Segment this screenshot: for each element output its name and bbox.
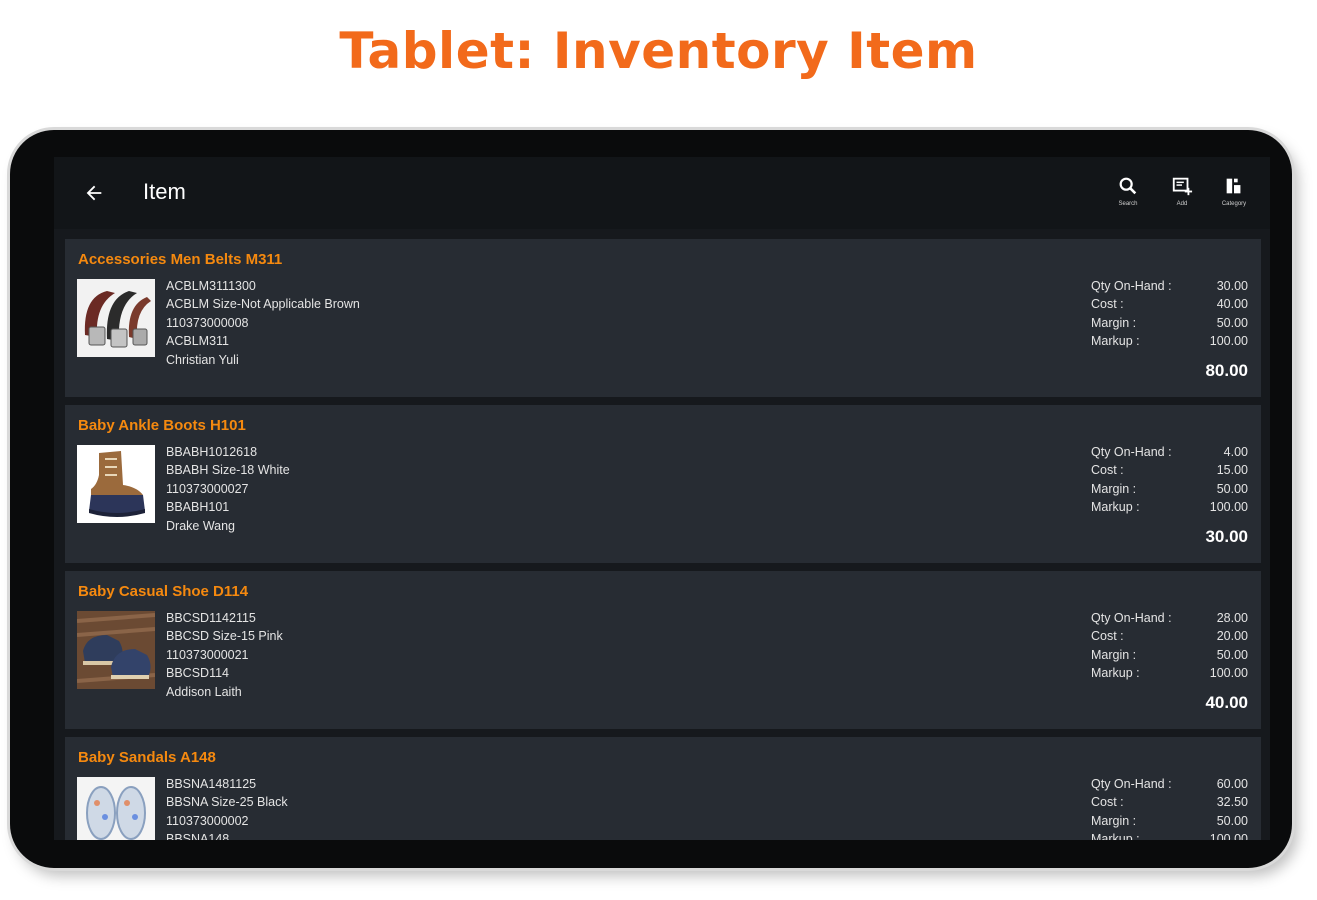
stat-margin: Margin :50.00 bbox=[1091, 315, 1248, 330]
item-barcode: 110373000027 bbox=[166, 481, 249, 496]
item-vendor: Drake Wang bbox=[166, 518, 236, 533]
page-title: Item bbox=[143, 179, 186, 204]
stat-markup: Markup :100.00 bbox=[1091, 500, 1248, 515]
item-thumbnail bbox=[77, 279, 155, 357]
stat-margin: Margin :50.00 bbox=[1091, 813, 1248, 828]
item-sku: BBCSD1142115 bbox=[166, 611, 256, 625]
item-details: BBSNA1481125 BBSNA Size-25 Black 1103730… bbox=[166, 775, 288, 840]
item-sku: BBSNA1481125 bbox=[166, 777, 257, 791]
add-icon bbox=[1172, 177, 1193, 196]
stat-cost: Cost :20.00 bbox=[1091, 629, 1248, 644]
item-price: 30.00 bbox=[1205, 527, 1248, 546]
back-button[interactable] bbox=[76, 177, 112, 209]
item-price: 40.00 bbox=[1205, 693, 1248, 712]
item-sku: BBABH1012618 bbox=[166, 445, 258, 459]
item-variant: ACBLM Size-Not Applicable Brown bbox=[166, 297, 360, 312]
search-icon bbox=[1119, 177, 1137, 195]
item-stats: Qty On-Hand :30.00 Cost :40.00 Margin :5… bbox=[1091, 277, 1248, 351]
stat-margin: Margin :50.00 bbox=[1091, 647, 1248, 662]
search-label: Search bbox=[1118, 201, 1138, 207]
item-barcode: 110373000002 bbox=[166, 813, 249, 828]
arrow-left-icon bbox=[86, 185, 102, 201]
item-title: Baby Casual Shoe D114 bbox=[78, 583, 249, 600]
item-variant: BBSNA Size-25 Black bbox=[166, 795, 288, 810]
item-vendor: Addison Laith bbox=[166, 684, 242, 699]
item-stats: Qty On-Hand :4.00 Cost :15.00 Margin :50… bbox=[1091, 443, 1248, 517]
stat-cost: Cost :15.00 bbox=[1091, 463, 1248, 478]
item-card[interactable]: Baby Casual Shoe D114 BBCSD1142115 BBCSD… bbox=[65, 571, 1261, 729]
add-button[interactable]: Add bbox=[1162, 175, 1202, 215]
item-code: BBCSD114 bbox=[166, 666, 229, 681]
stat-markup: Markup :100.00 bbox=[1091, 666, 1248, 681]
search-button[interactable]: Search bbox=[1108, 175, 1148, 215]
stat-markup: Markup :100.00 bbox=[1091, 832, 1248, 840]
item-card[interactable]: Baby Ankle Boots H101 BBABH1012618 BBABH bbox=[65, 405, 1261, 563]
stat-markup: Markup :100.00 bbox=[1091, 334, 1248, 349]
add-label: Add bbox=[1176, 201, 1188, 207]
promo-title: Tablet: Inventory Item bbox=[339, 22, 978, 80]
stat-qty: Qty On-Hand :30.00 bbox=[1091, 279, 1248, 293]
category-icon bbox=[1226, 178, 1241, 194]
item-code: ACBLM311 bbox=[166, 334, 229, 349]
item-details: BBCSD1142115 BBCSD Size-15 Pink 11037300… bbox=[166, 609, 283, 701]
category-button[interactable]: Category bbox=[1214, 175, 1254, 215]
item-stats: Qty On-Hand :28.00 Cost :20.00 Margin :5… bbox=[1091, 609, 1248, 683]
stat-qty: Qty On-Hand :28.00 bbox=[1091, 611, 1248, 625]
item-list: Accessories Men Belts M311 ACBLM3111300 bbox=[65, 239, 1261, 840]
item-code: BBABH101 bbox=[166, 500, 230, 515]
item-barcode: 110373000021 bbox=[166, 647, 249, 662]
item-stats: Qty On-Hand :60.00 Cost :32.50 Margin :5… bbox=[1091, 775, 1248, 840]
item-thumbnail bbox=[77, 445, 155, 523]
item-title: Accessories Men Belts M311 bbox=[78, 251, 283, 268]
item-details: ACBLM3111300 ACBLM Size-Not Applicable B… bbox=[166, 277, 360, 369]
item-title: Baby Ankle Boots H101 bbox=[78, 417, 246, 434]
item-card[interactable]: Accessories Men Belts M311 ACBLM3111300 bbox=[65, 239, 1261, 397]
item-thumbnail bbox=[77, 611, 155, 689]
item-vendor: Christian Yuli bbox=[166, 352, 239, 367]
app-bar: Item Search Add Category bbox=[54, 157, 1270, 229]
item-price: 80.00 bbox=[1205, 361, 1248, 380]
stat-margin: Margin :50.00 bbox=[1091, 481, 1248, 496]
tablet-frame: Item Search Add Category Accessories Men… bbox=[10, 130, 1292, 868]
stat-cost: Cost :40.00 bbox=[1091, 297, 1248, 312]
item-variant: BBABH Size-18 White bbox=[166, 463, 290, 478]
stat-qty: Qty On-Hand :60.00 bbox=[1091, 777, 1248, 791]
category-label: Category bbox=[1221, 201, 1247, 207]
item-thumbnail bbox=[77, 777, 155, 840]
stat-qty: Qty On-Hand :4.00 bbox=[1091, 445, 1248, 459]
item-title: Baby Sandals A148 bbox=[78, 749, 216, 766]
item-card[interactable]: Baby Sandals A148 BBSNA1481125 BBSNA Siz bbox=[65, 737, 1261, 840]
item-barcode: 110373000008 bbox=[166, 315, 249, 330]
item-sku: ACBLM3111300 bbox=[166, 279, 256, 293]
stat-cost: Cost :32.50 bbox=[1091, 795, 1248, 810]
item-variant: BBCSD Size-15 Pink bbox=[166, 629, 283, 644]
item-code: BBSNA148 bbox=[166, 832, 230, 840]
item-details: BBABH1012618 BBABH Size-18 White 1103730… bbox=[166, 443, 290, 535]
app-screen: Item Search Add Category Accessories Men… bbox=[54, 157, 1270, 840]
